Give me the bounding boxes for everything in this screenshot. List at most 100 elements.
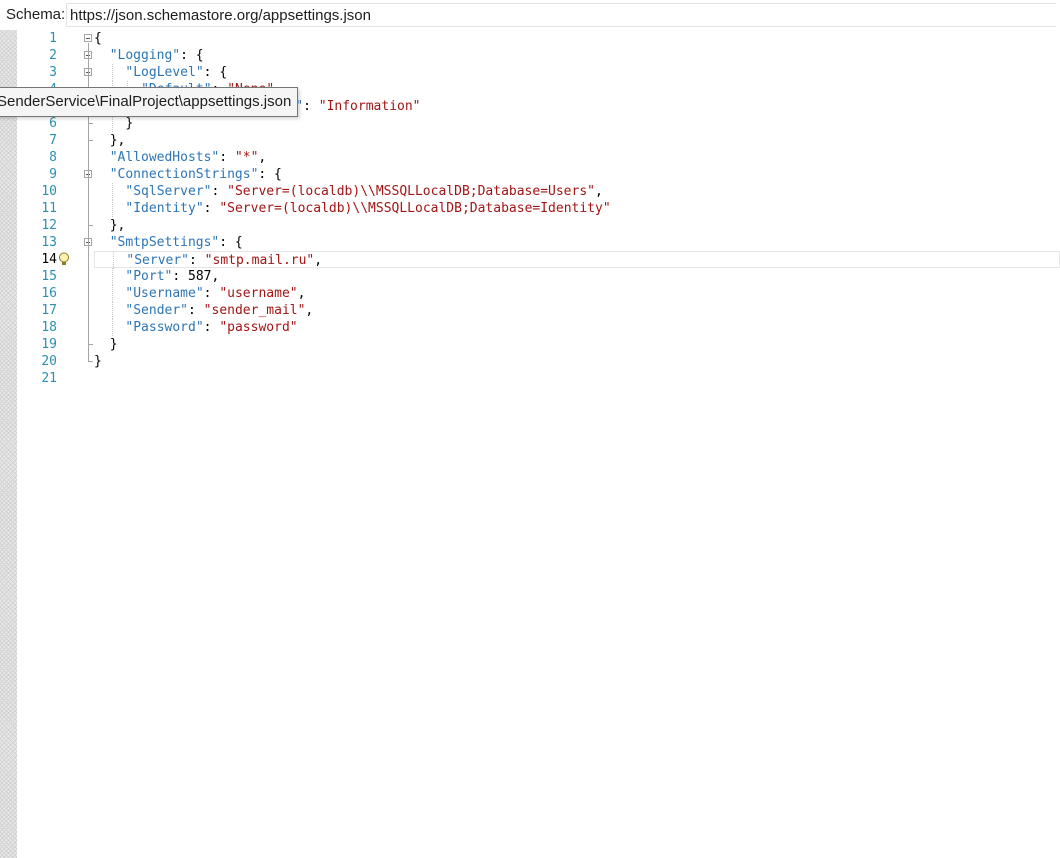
json-punct: : <box>188 303 204 318</box>
code-editor[interactable]: 1{2"Logging": {3"LogLevel": {4"Default":… <box>17 30 1060 858</box>
json-string: "Server=(localdb)\\MSSQLLocalDB;Database… <box>219 201 611 216</box>
code-text-area: "AllowedHosts": "*", <box>94 149 1060 166</box>
json-string: "*" <box>234 150 259 165</box>
line-number: 8 <box>49 150 57 165</box>
fold-range-end <box>88 344 93 345</box>
code-text: { <box>94 30 102 47</box>
code-line[interactable]: 12}, <box>17 217 1060 234</box>
json-key: "ConnectionStrings" <box>109 167 259 182</box>
collapse-icon[interactable] <box>84 34 92 42</box>
code-line[interactable]: 9 "ConnectionStrings": { <box>17 166 1060 183</box>
json-punct: : { <box>203 65 228 80</box>
json-key: "Username" <box>125 286 204 301</box>
json-punct: : <box>303 99 319 114</box>
code-line[interactable]: 6} <box>17 115 1060 132</box>
json-punct: } <box>125 116 134 131</box>
json-key: "Logging" <box>109 48 181 63</box>
json-punct: : 587, <box>172 269 220 284</box>
indent-guide <box>111 285 114 302</box>
json-punct: , <box>258 150 267 165</box>
json-punct: } <box>109 337 118 352</box>
json-string: "username" <box>219 286 298 301</box>
indent-guide <box>112 252 115 269</box>
code-text: "Logging": { <box>110 47 204 64</box>
code-line[interactable]: 15 "Port": 587, <box>17 268 1060 285</box>
json-key: "Password" <box>125 320 204 335</box>
code-line[interactable]: 8 "AllowedHosts": "*", <box>17 149 1060 166</box>
code-text-area: "LogLevel": { <box>94 64 1060 81</box>
code-text-area: } <box>94 353 1060 370</box>
line-number: 11 <box>41 201 57 216</box>
fold-range-end <box>88 361 93 362</box>
code-line[interactable]: 10 "SqlServer": "Server=(localdb)\\MSSQLL… <box>17 183 1060 200</box>
code-line[interactable]: 13 "SmtpSettings": { <box>17 234 1060 251</box>
code-line[interactable]: 20} <box>17 353 1060 370</box>
line-number: 16 <box>41 286 57 301</box>
code-line[interactable]: 14 "Server": "smtp.mail.ru", <box>17 251 1060 269</box>
code-text: }, <box>110 132 126 149</box>
code-text: } <box>125 115 133 132</box>
code-text: } <box>110 336 118 353</box>
json-string: "password" <box>219 320 298 335</box>
json-punct: : <box>203 286 220 301</box>
json-key: "Server" <box>126 253 190 268</box>
code-line[interactable]: 7}, <box>17 132 1060 149</box>
code-text: "AllowedHosts": "*", <box>110 149 267 166</box>
line-number: 15 <box>41 269 57 284</box>
code-line[interactable]: 18 "Password": "password" <box>17 319 1060 336</box>
json-string: "smtp.mail.ru" <box>204 253 315 268</box>
json-punct: : { <box>219 235 243 250</box>
code-text-area: "SmtpSettings": { <box>94 234 1060 251</box>
line-number: 21 <box>41 371 57 386</box>
code-text-area: "Identity": "Server=(localdb)\\MSSQLLoca… <box>94 200 1060 217</box>
code-line[interactable]: 16 "Username": "username", <box>17 285 1060 302</box>
json-string: "sender_mail" <box>203 303 306 318</box>
line-number: 12 <box>41 218 57 233</box>
json-punct: , <box>595 184 603 199</box>
editor-margin <box>0 30 17 858</box>
code-text: "SmtpSettings": { <box>110 234 243 251</box>
code-text-area: "Server": "smtp.mail.ru", <box>94 251 1060 269</box>
code-text-area: "Username": "username", <box>94 285 1060 302</box>
schema-label: Schema: <box>6 6 66 23</box>
lightbulb-icon[interactable] <box>58 252 70 266</box>
json-punct: : <box>211 184 228 199</box>
line-number: 10 <box>41 184 57 199</box>
fold-range-line <box>88 179 89 226</box>
code-line[interactable]: 2 "Logging": { <box>17 47 1060 64</box>
code-text-area: "ConnectionStrings": { <box>94 166 1060 183</box>
indent-guide <box>111 319 114 336</box>
json-key: "SqlServer" <box>125 184 212 199</box>
code-text-area: "Sender": "sender_mail", <box>94 302 1060 319</box>
line-number: 14 <box>41 252 57 267</box>
json-punct: : { <box>180 48 204 63</box>
code-line[interactable]: 17 "Sender": "sender_mail", <box>17 302 1060 319</box>
json-punct: }, <box>109 218 126 233</box>
schema-bar: Schema: https://json.schemastore.org/app… <box>0 0 1060 30</box>
line-number: 20 <box>41 354 57 369</box>
line-number: 19 <box>41 337 57 352</box>
code-text-area: "SqlServer": "Server=(localdb)\\MSSQLLoc… <box>94 183 1060 200</box>
fold-range-end <box>88 225 93 226</box>
json-punct: : <box>203 320 220 335</box>
code-text: "Sender": "sender_mail", <box>125 302 313 319</box>
json-key: "Port" <box>125 269 173 284</box>
indent-guide <box>111 268 114 285</box>
code-line[interactable]: 1{ <box>17 30 1060 47</box>
indent-guide <box>111 64 114 81</box>
code-line[interactable]: 21 <box>17 370 1060 387</box>
code-line[interactable]: 19} <box>17 336 1060 353</box>
code-line[interactable]: 3 "LogLevel": { <box>17 64 1060 81</box>
code-text-area: }, <box>94 132 1060 149</box>
code-text-area: "Logging": { <box>94 47 1060 64</box>
json-key: "Identity" <box>125 201 204 216</box>
code-text-area: { <box>94 30 1060 47</box>
code-line[interactable]: 11 "Identity": "Server=(localdb)\\MSSQLLo… <box>17 200 1060 217</box>
code-text: "Port": 587, <box>125 268 219 285</box>
code-text-area: }, <box>94 217 1060 234</box>
indent-guide <box>111 183 114 200</box>
line-number: 6 <box>49 116 57 131</box>
code-text: "ConnectionStrings": { <box>110 166 282 183</box>
indent-guide <box>111 200 114 217</box>
schema-url-field[interactable]: https://json.schemastore.org/appsettings… <box>66 3 1056 27</box>
